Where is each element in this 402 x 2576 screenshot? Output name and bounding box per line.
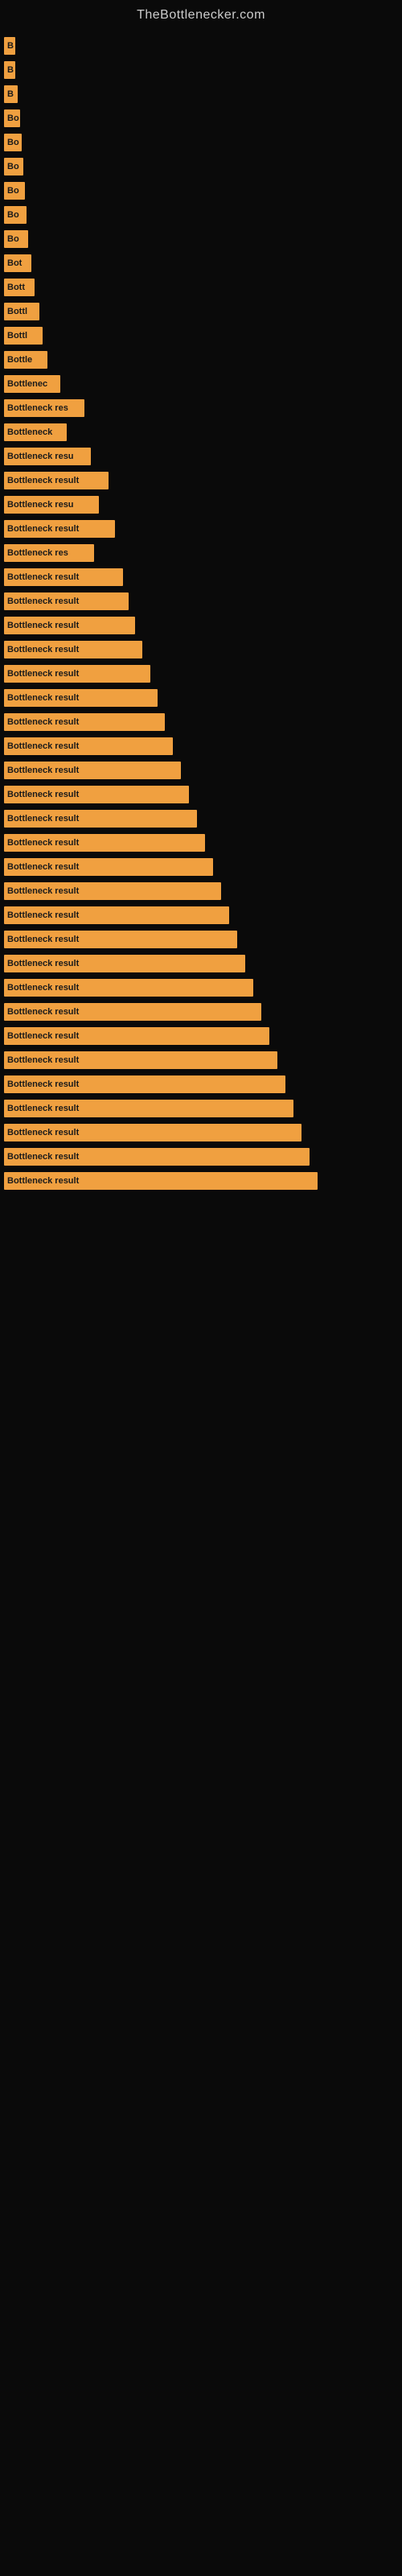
bottleneck-bar: Bottleneck result bbox=[4, 810, 197, 828]
bar-row: Bot bbox=[4, 252, 402, 275]
bottleneck-bar: Bo bbox=[4, 230, 28, 248]
site-title: TheBottlenecker.com bbox=[0, 0, 402, 27]
bottleneck-bar: Bottleneck result bbox=[4, 931, 237, 948]
bar-row: Bottleneck bbox=[4, 421, 402, 444]
bar-row: Bottleneck result bbox=[4, 759, 402, 782]
bar-row: Bottle bbox=[4, 349, 402, 371]
bar-row: Bottleneck result bbox=[4, 518, 402, 540]
bar-row: Bottlenec bbox=[4, 373, 402, 395]
bar-row: Bo bbox=[4, 107, 402, 130]
bottleneck-bar: Bottleneck result bbox=[4, 472, 109, 489]
bar-row: Bottleneck result bbox=[4, 880, 402, 902]
bottleneck-bar: Bottleneck result bbox=[4, 1075, 285, 1093]
bar-row: Bottleneck result bbox=[4, 904, 402, 927]
bottleneck-bar: Bottleneck result bbox=[4, 1148, 310, 1166]
bottleneck-bar: Bottl bbox=[4, 327, 43, 345]
bar-row: Bottleneck result bbox=[4, 807, 402, 830]
bar-row: Bottleneck result bbox=[4, 687, 402, 709]
bar-row: Bottleneck result bbox=[4, 663, 402, 685]
bar-row: B bbox=[4, 59, 402, 81]
bottleneck-bar: B bbox=[4, 85, 18, 103]
bottleneck-bar: Bottlenec bbox=[4, 375, 60, 393]
bar-row: Bottleneck result bbox=[4, 1049, 402, 1071]
bottleneck-bar: Bottleneck result bbox=[4, 834, 205, 852]
bottleneck-bar: Bo bbox=[4, 206, 27, 224]
bottleneck-bar: Bottleneck result bbox=[4, 762, 181, 779]
bottleneck-bar: Bottleneck result bbox=[4, 1003, 261, 1021]
bars-container: BBBBoBoBoBoBoBoBotBottBottlBottlBottleBo… bbox=[0, 27, 402, 1194]
bar-row: Bottleneck result bbox=[4, 976, 402, 999]
bottleneck-bar: Bottleneck result bbox=[4, 665, 150, 683]
bottleneck-bar: Bottleneck res bbox=[4, 544, 94, 562]
bottleneck-bar: Bottleneck result bbox=[4, 592, 129, 610]
bottleneck-bar: Bo bbox=[4, 182, 25, 200]
bar-row: Bottleneck result bbox=[4, 590, 402, 613]
bar-row: Bottl bbox=[4, 300, 402, 323]
bar-row: Bottleneck result bbox=[4, 783, 402, 806]
bottleneck-bar: Bottleneck result bbox=[4, 1027, 269, 1045]
bar-row: Bottleneck resu bbox=[4, 493, 402, 516]
bottleneck-bar: Bottleneck result bbox=[4, 858, 213, 876]
bar-row: B bbox=[4, 83, 402, 105]
bottleneck-bar: B bbox=[4, 61, 15, 79]
bar-row: Bott bbox=[4, 276, 402, 299]
bottleneck-bar: Bottle bbox=[4, 351, 47, 369]
bar-row: Bottl bbox=[4, 324, 402, 347]
bar-row: Bo bbox=[4, 180, 402, 202]
bar-row: Bottleneck result bbox=[4, 928, 402, 951]
bottleneck-bar: Bottleneck result bbox=[4, 1124, 302, 1141]
bottleneck-bar: Bottleneck result bbox=[4, 1051, 277, 1069]
bottleneck-bar: Bottleneck result bbox=[4, 786, 189, 803]
bar-row: Bo bbox=[4, 204, 402, 226]
bottleneck-bar: Bottleneck result bbox=[4, 906, 229, 924]
bottleneck-bar: Bottleneck resu bbox=[4, 496, 99, 514]
bar-row: Bottleneck resu bbox=[4, 445, 402, 468]
bottleneck-bar: Bottleneck result bbox=[4, 955, 245, 972]
bar-row: Bottleneck result bbox=[4, 711, 402, 733]
bottleneck-bar: Bo bbox=[4, 134, 22, 151]
bottleneck-bar: Bo bbox=[4, 109, 20, 127]
bottleneck-bar: Bottl bbox=[4, 303, 39, 320]
bar-row: Bottleneck result bbox=[4, 832, 402, 854]
bar-row: Bottleneck result bbox=[4, 638, 402, 661]
bottleneck-bar: Bottleneck result bbox=[4, 979, 253, 997]
bar-row: Bottleneck result bbox=[4, 952, 402, 975]
bar-row: Bottleneck result bbox=[4, 469, 402, 492]
bottleneck-bar: Bot bbox=[4, 254, 31, 272]
bar-row: Bottleneck result bbox=[4, 1073, 402, 1096]
bar-row: Bottleneck result bbox=[4, 566, 402, 588]
bar-row: Bottleneck result bbox=[4, 614, 402, 637]
bar-row: Bottleneck result bbox=[4, 1170, 402, 1192]
bottleneck-bar: Bottleneck result bbox=[4, 617, 135, 634]
bar-row: Bottleneck res bbox=[4, 542, 402, 564]
bottleneck-bar: Bottleneck result bbox=[4, 641, 142, 658]
bottleneck-bar: Bottleneck result bbox=[4, 713, 165, 731]
bottleneck-bar: Bottleneck result bbox=[4, 520, 115, 538]
bar-row: Bottleneck result bbox=[4, 856, 402, 878]
bottleneck-bar: Bottleneck res bbox=[4, 399, 84, 417]
bar-row: Bo bbox=[4, 131, 402, 154]
bar-row: Bottleneck result bbox=[4, 1025, 402, 1047]
bar-row: B bbox=[4, 35, 402, 57]
bottleneck-bar: Bottleneck bbox=[4, 423, 67, 441]
bar-row: Bottleneck result bbox=[4, 1001, 402, 1023]
bottleneck-bar: Bottleneck result bbox=[4, 882, 221, 900]
bottleneck-bar: Bottleneck resu bbox=[4, 448, 91, 465]
bottleneck-bar: Bottleneck result bbox=[4, 737, 173, 755]
bottleneck-bar: Bottleneck result bbox=[4, 689, 158, 707]
bottleneck-bar: Bott bbox=[4, 279, 35, 296]
bar-row: Bottleneck result bbox=[4, 1097, 402, 1120]
bar-row: Bottleneck res bbox=[4, 397, 402, 419]
bar-row: Bo bbox=[4, 155, 402, 178]
bottleneck-bar: B bbox=[4, 37, 15, 55]
bottleneck-bar: Bottleneck result bbox=[4, 1172, 318, 1190]
bar-row: Bo bbox=[4, 228, 402, 250]
bottleneck-bar: Bo bbox=[4, 158, 23, 175]
bar-row: Bottleneck result bbox=[4, 1146, 402, 1168]
bar-row: Bottleneck result bbox=[4, 1121, 402, 1144]
bottleneck-bar: Bottleneck result bbox=[4, 1100, 293, 1117]
bottleneck-bar: Bottleneck result bbox=[4, 568, 123, 586]
bar-row: Bottleneck result bbox=[4, 735, 402, 758]
